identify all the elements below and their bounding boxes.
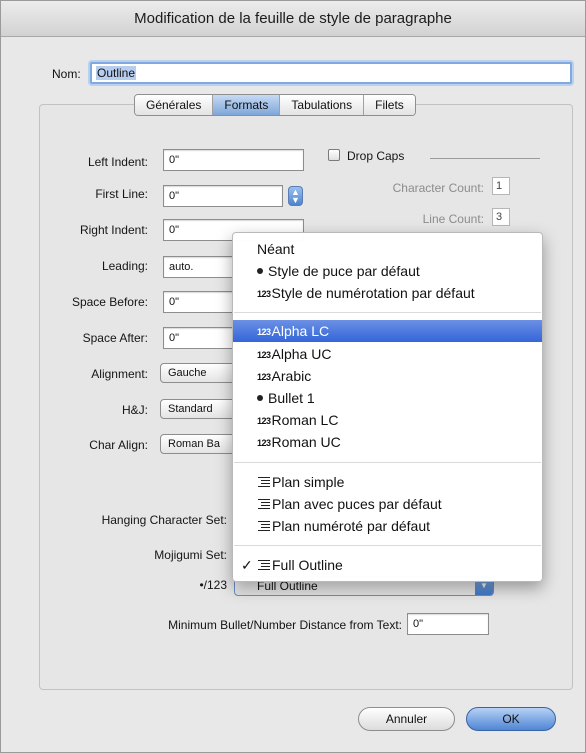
- number-icon: 123: [257, 416, 271, 426]
- left-indent-field[interactable]: 0": [163, 149, 304, 171]
- name-field[interactable]: Outline: [90, 62, 572, 84]
- menu-item-label: Alpha UC: [271, 346, 332, 362]
- number-icon: 123: [257, 289, 271, 299]
- menu-item-roman-uc[interactable]: 123Roman UC: [233, 431, 542, 453]
- bullet-style-menu: Néant Style de puce par défaut 123Style …: [232, 232, 543, 582]
- menu-item-label: Roman LC: [271, 412, 339, 428]
- tab-filets[interactable]: Filets: [364, 95, 415, 115]
- min-distance-label: Minimum Bullet/Number Distance from Text…: [168, 618, 402, 632]
- outline-icon: [258, 521, 270, 531]
- number-icon: 123: [257, 372, 271, 382]
- space-before-label: Space Before:: [71, 295, 148, 309]
- bullet-icon: [257, 268, 263, 274]
- drop-caps-checkbox[interactable]: [328, 149, 340, 161]
- menu-item-label: Plan numéroté par défaut: [272, 518, 430, 534]
- menu-item-arabic[interactable]: 123Arabic: [233, 365, 542, 387]
- mojigumi-set-label: Mojigumi Set:: [154, 548, 227, 562]
- line-count-field[interactable]: 3: [492, 208, 510, 226]
- left-indent-label: Left Indent:: [87, 155, 148, 169]
- menu-item-label: Bullet 1: [268, 390, 315, 406]
- drop-caps-divider: [430, 158, 540, 159]
- leading-label: Leading:: [101, 259, 148, 273]
- space-after-label: Space After:: [82, 331, 148, 345]
- char-align-popup[interactable]: Roman Ba: [160, 434, 238, 454]
- outline-icon: [258, 477, 270, 487]
- menu-item-plan-numerote[interactable]: Plan numéroté par défaut: [233, 515, 542, 537]
- outline-icon: [258, 560, 270, 570]
- number-icon: 123: [257, 438, 271, 448]
- bullet-icon: [257, 395, 263, 401]
- menu-item-label: Style de puce par défaut: [268, 263, 420, 279]
- menu-item-roman-lc[interactable]: 123Roman LC: [233, 409, 542, 431]
- menu-item-bullet-1[interactable]: Bullet 1: [233, 387, 542, 409]
- min-distance-field[interactable]: 0": [407, 613, 489, 635]
- line-count-label: Line Count:: [422, 212, 484, 226]
- character-count-field[interactable]: 1: [492, 177, 510, 195]
- name-field-value: Outline: [96, 66, 137, 80]
- checkmark-icon: ✓: [241, 557, 253, 573]
- first-line-field[interactable]: 0": [163, 185, 283, 207]
- menu-item-label: Arabic: [271, 368, 312, 384]
- name-label: Nom:: [52, 67, 81, 81]
- bullet-numbering-label: •/123: [199, 578, 227, 592]
- first-line-stepper[interactable]: ▲ ▼: [288, 186, 303, 206]
- menu-item-label: Plan avec puces par défaut: [272, 496, 442, 512]
- alignment-label: Alignment:: [91, 367, 148, 381]
- hj-popup[interactable]: Standard: [160, 399, 238, 419]
- menu-item-plan-puces[interactable]: Plan avec puces par défaut: [233, 493, 542, 515]
- space-after-field[interactable]: 0": [163, 327, 238, 349]
- menu-item-style-puce[interactable]: Style de puce par défaut: [233, 260, 542, 282]
- menu-item-label: Alpha LC: [271, 323, 330, 339]
- menu-separator: [234, 462, 541, 463]
- ok-button[interactable]: OK: [466, 707, 556, 731]
- char-align-label: Char Align:: [89, 438, 148, 452]
- hj-label: H&J:: [121, 403, 148, 417]
- menu-item-label: Néant: [257, 241, 295, 257]
- leading-field[interactable]: auto.: [163, 256, 238, 278]
- menu-item-alpha-lc[interactable]: 123Alpha LC: [233, 320, 542, 342]
- number-icon: 123: [257, 350, 271, 360]
- drop-caps-label: Drop Caps: [347, 149, 405, 163]
- character-count-label: Character Count:: [392, 181, 484, 195]
- menu-item-alpha-uc[interactable]: 123Alpha UC: [233, 343, 542, 365]
- tab-tabulations[interactable]: Tabulations: [280, 95, 365, 115]
- menu-item-style-numerotation[interactable]: 123Style de numérotation par défaut: [233, 282, 542, 304]
- window-title: Modification de la feuille de style de p…: [1, 1, 585, 37]
- outline-icon: [258, 499, 270, 509]
- tab-formats[interactable]: Formats: [213, 95, 281, 115]
- alignment-popup[interactable]: Gauche: [160, 363, 238, 383]
- menu-item-full-outline[interactable]: ✓ Full Outline: [233, 554, 542, 576]
- menu-item-label: Full Outline: [272, 557, 343, 573]
- tab-generales[interactable]: Générales: [135, 95, 214, 115]
- number-icon: 123: [257, 327, 271, 337]
- first-line-label: First Line:: [95, 187, 148, 201]
- menu-separator: [234, 312, 541, 313]
- menu-item-neant[interactable]: Néant: [233, 238, 542, 260]
- menu-separator: [234, 545, 541, 546]
- tab-bar: Générales Formats Tabulations Filets: [134, 94, 416, 116]
- cancel-button[interactable]: Annuler: [358, 707, 455, 731]
- hanging-character-set-label: Hanging Character Set:: [101, 513, 227, 527]
- space-before-field[interactable]: 0": [163, 291, 238, 313]
- right-indent-label: Right Indent:: [79, 223, 148, 237]
- menu-item-label: Plan simple: [272, 474, 345, 490]
- menu-item-label: Roman UC: [271, 434, 341, 450]
- dialog-window: Modification de la feuille de style de p…: [0, 0, 586, 753]
- menu-item-label: Style de numérotation par défaut: [271, 285, 475, 301]
- menu-item-plan-simple[interactable]: Plan simple: [233, 471, 542, 493]
